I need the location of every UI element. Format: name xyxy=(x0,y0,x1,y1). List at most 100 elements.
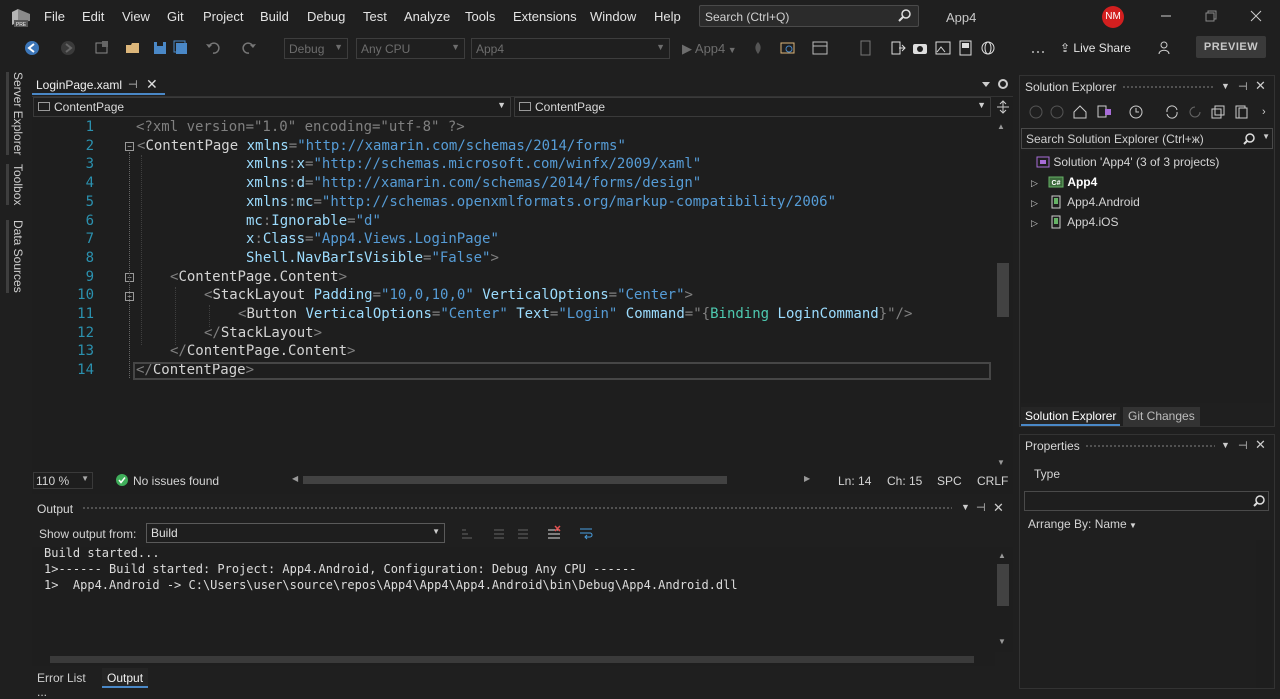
properties-scrollbar[interactable] xyxy=(1256,540,1272,688)
pending-changes-filter-icon[interactable] xyxy=(1128,104,1144,120)
show-all-files-icon[interactable] xyxy=(1233,104,1249,120)
save-icon[interactable] xyxy=(152,40,168,56)
tree-item-app4[interactable]: ▷ C# App4 xyxy=(1031,175,1097,189)
panel-grip[interactable] xyxy=(1122,85,1215,90)
browse-icon[interactable] xyxy=(780,40,796,56)
restore-icon[interactable] xyxy=(1203,8,1219,24)
new-project-icon[interactable] xyxy=(94,40,110,56)
back-icon[interactable] xyxy=(1029,105,1043,119)
tree-item-solution[interactable]: Solution 'App4' (3 of 3 projects) xyxy=(1036,155,1219,169)
close-panel-icon[interactable]: ✕ xyxy=(1255,78,1266,94)
document-tab-loginpage[interactable]: LoginPage.xaml ⊣ ✕ xyxy=(32,75,165,95)
global-search-box[interactable]: Search (Ctrl+Q) xyxy=(699,5,919,27)
scroll-down-icon[interactable]: ▼ xyxy=(997,458,1005,467)
tab-output[interactable]: Output xyxy=(102,668,149,688)
output-horizontal-thumb[interactable] xyxy=(50,656,974,663)
split-editor-icon[interactable] xyxy=(996,100,1010,114)
tree-item-app4-android[interactable]: ▷ App4.Android xyxy=(1031,195,1140,209)
word-wrap-icon[interactable] xyxy=(578,525,594,541)
zoom-dropdown[interactable]: 110 % ▼ xyxy=(33,472,93,489)
menu-item-debug[interactable]: Debug xyxy=(307,9,345,24)
column-indicator[interactable]: Ch: 15 xyxy=(887,474,922,488)
member-navigation-dropdown[interactable]: ContentPage ▼ xyxy=(514,97,991,117)
line-indicator[interactable]: Ln: 14 xyxy=(838,474,871,488)
tab-error-list[interactable]: Error List ... xyxy=(32,668,100,699)
menu-item-extensions[interactable]: Extensions xyxy=(513,9,577,24)
forward-icon[interactable] xyxy=(1050,105,1064,119)
tree-item-app4-ios[interactable]: ▷ App4.iOS xyxy=(1031,215,1118,229)
issues-status[interactable]: No issues found xyxy=(133,474,219,488)
user-avatar[interactable]: NM xyxy=(1102,6,1124,28)
tab-list-dropdown-icon[interactable] xyxy=(980,78,992,90)
startup-project-dropdown[interactable]: App4 ▼ xyxy=(471,38,670,59)
menu-item-test[interactable]: Test xyxy=(363,9,387,24)
menu-item-window[interactable]: Window xyxy=(590,9,636,24)
switch-views-icon[interactable] xyxy=(1096,104,1112,120)
tab-solution-explorer[interactable]: Solution Explorer xyxy=(1021,407,1121,426)
more-options-icon[interactable]: › xyxy=(1262,106,1266,118)
previous-message-icon[interactable] xyxy=(492,526,506,540)
properties-search[interactable] xyxy=(1024,491,1269,511)
image-icon[interactable] xyxy=(935,40,951,56)
fold-toggle-icon[interactable]: − xyxy=(125,142,134,151)
panel-grip[interactable] xyxy=(1085,444,1215,449)
output-scroll-thumb[interactable] xyxy=(997,564,1009,606)
refresh-icon[interactable] xyxy=(1187,104,1203,120)
solution-platform-dropdown[interactable]: Any CPU ▼ xyxy=(356,38,465,59)
menu-item-help[interactable]: Help xyxy=(654,9,681,24)
camera-icon[interactable] xyxy=(912,40,928,56)
menu-item-build[interactable]: Build xyxy=(260,9,289,24)
collapse-all-icon[interactable] xyxy=(1210,104,1226,120)
menu-item-git[interactable]: Git xyxy=(167,9,184,24)
tab-git-changes[interactable]: Git Changes xyxy=(1123,407,1200,426)
window-icon[interactable] xyxy=(958,40,974,56)
close-panel-icon[interactable]: ✕ xyxy=(993,500,1004,516)
data-sources-tab[interactable]: Data Sources xyxy=(6,220,25,293)
find-message-icon[interactable] xyxy=(460,526,474,540)
navigate-forward-icon[interactable] xyxy=(60,40,76,56)
navigate-back-icon[interactable] xyxy=(24,40,40,56)
menu-item-view[interactable]: View xyxy=(122,9,150,24)
server-explorer-tab[interactable]: Server Explorer xyxy=(6,72,25,156)
menu-item-project[interactable]: Project xyxy=(203,9,243,24)
menu-item-tools[interactable]: Tools xyxy=(465,9,495,24)
hot-reload-icon[interactable] xyxy=(750,40,766,56)
scroll-down-icon[interactable]: ▼ xyxy=(998,637,1006,646)
close-tab-icon[interactable]: ✕ xyxy=(146,76,158,93)
expand-arrow-icon[interactable]: ▷ xyxy=(1031,178,1040,188)
pin-icon[interactable]: ⊣ xyxy=(1238,80,1248,93)
panel-grip[interactable] xyxy=(82,506,952,511)
panel-menu-icon[interactable]: ▼ xyxy=(961,502,970,512)
open-folder-icon[interactable] xyxy=(125,40,141,56)
undo-icon[interactable] xyxy=(205,40,221,56)
whitespace-indicator[interactable]: SPC xyxy=(937,474,962,488)
next-message-icon[interactable] xyxy=(516,526,530,540)
panel-menu-icon[interactable]: ▼ xyxy=(1221,440,1230,450)
pin-icon[interactable]: ⊣ xyxy=(1238,439,1248,452)
arrange-by-dropdown[interactable]: Arrange By: Name ▼ xyxy=(1028,517,1137,531)
overflow-icon[interactable] xyxy=(1030,40,1046,56)
close-window-icon[interactable] xyxy=(1248,8,1264,24)
home-icon[interactable] xyxy=(1073,105,1087,119)
start-debugging-button[interactable]: ▶ App4 ▼ xyxy=(682,41,737,57)
preview-features-button[interactable]: PREVIEW xyxy=(1196,36,1266,58)
menu-item-edit[interactable]: Edit xyxy=(82,9,104,24)
line-ending-indicator[interactable]: CRLF xyxy=(977,474,1008,488)
output-source-dropdown[interactable]: Build ▼ xyxy=(146,523,445,543)
layout-icon[interactable] xyxy=(812,40,828,56)
clear-all-icon[interactable] xyxy=(546,525,562,541)
menu-item-file[interactable]: File xyxy=(44,9,65,24)
scroll-up-icon[interactable]: ▲ xyxy=(997,122,1005,131)
device-icon[interactable] xyxy=(858,40,874,56)
scroll-up-icon[interactable]: ▲ xyxy=(998,551,1006,560)
menu-item-analyze[interactable]: Analyze xyxy=(404,9,450,24)
toolbox-tab[interactable]: Toolbox xyxy=(6,164,25,206)
type-navigation-dropdown[interactable]: ContentPage ▼ xyxy=(33,97,511,117)
live-share-button[interactable]: ⇪ Live Share xyxy=(1060,41,1131,55)
solution-explorer-search[interactable]: Search Solution Explorer (Ctrl+ж) ▼ xyxy=(1021,128,1273,149)
expand-arrow-icon[interactable]: ▷ xyxy=(1031,218,1040,228)
scroll-thumb[interactable] xyxy=(997,263,1009,317)
pin-icon[interactable]: ⊣ xyxy=(128,78,138,91)
feedback-person-icon[interactable] xyxy=(1157,40,1173,56)
redo-icon[interactable] xyxy=(241,40,257,56)
